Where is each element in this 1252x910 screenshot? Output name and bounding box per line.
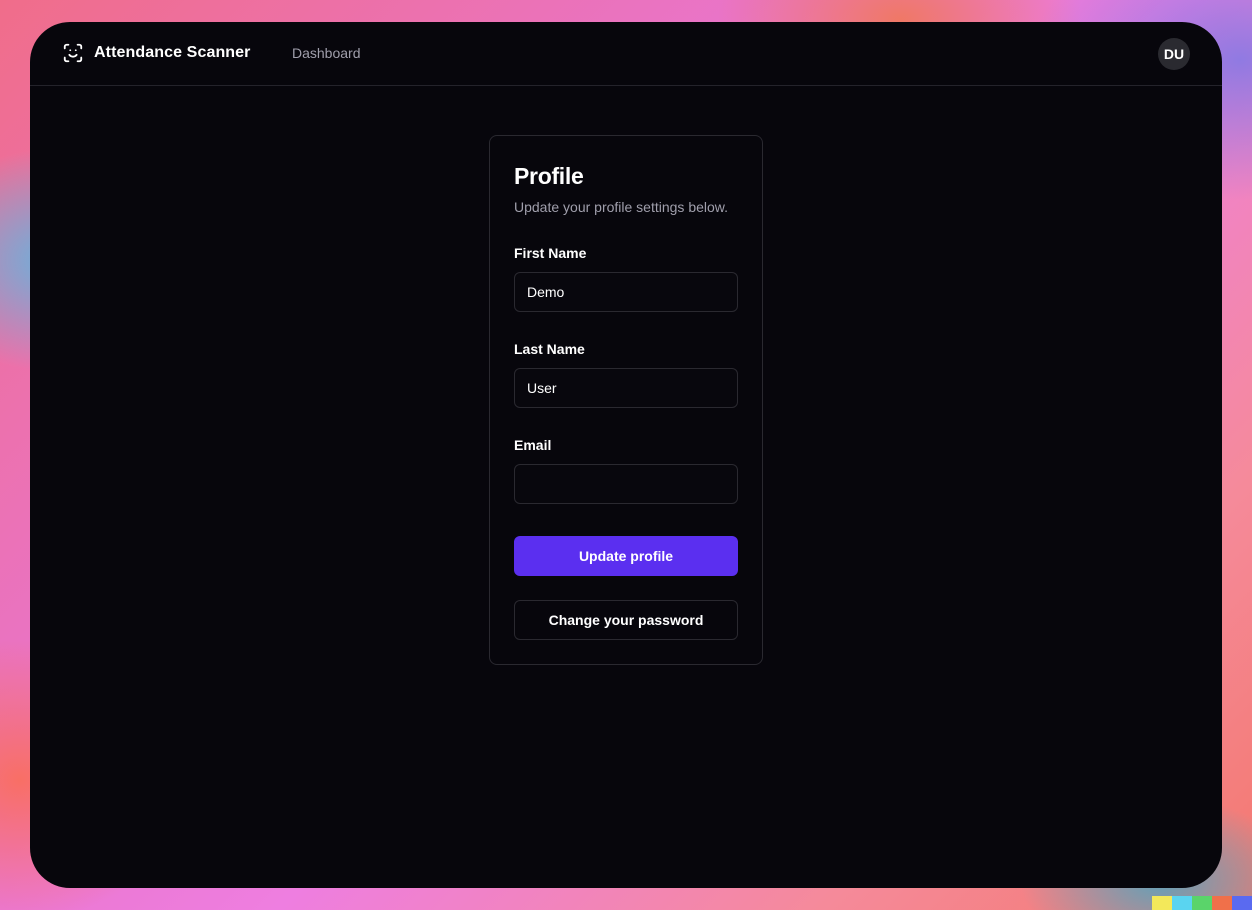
face-scan-icon [63, 43, 83, 63]
email-field[interactable] [514, 464, 738, 504]
first-name-field[interactable] [514, 272, 738, 312]
desktop-background: Attendance Scanner Dashboard DU Profile … [0, 0, 1252, 910]
page-description: Update your profile settings below. [514, 199, 729, 215]
page-title: Profile [514, 163, 584, 189]
profile-card: Profile Update your profile settings bel… [489, 135, 763, 665]
dock-edge [1152, 896, 1252, 910]
email-label: Email [514, 437, 552, 453]
last-name-label: Last Name [514, 341, 585, 357]
first-name-label: First Name [514, 245, 587, 261]
nav-dashboard-link[interactable]: Dashboard [292, 45, 361, 61]
update-profile-button[interactable]: Update profile [514, 536, 738, 576]
top-navbar: Attendance Scanner Dashboard DU [30, 22, 1222, 86]
user-avatar[interactable]: DU [1158, 38, 1190, 70]
app-window: Attendance Scanner Dashboard DU Profile … [30, 22, 1222, 888]
brand[interactable]: Attendance Scanner [62, 42, 251, 64]
change-password-button[interactable]: Change your password [514, 600, 738, 640]
app-name: Attendance Scanner [94, 44, 251, 61]
last-name-field[interactable] [514, 368, 738, 408]
